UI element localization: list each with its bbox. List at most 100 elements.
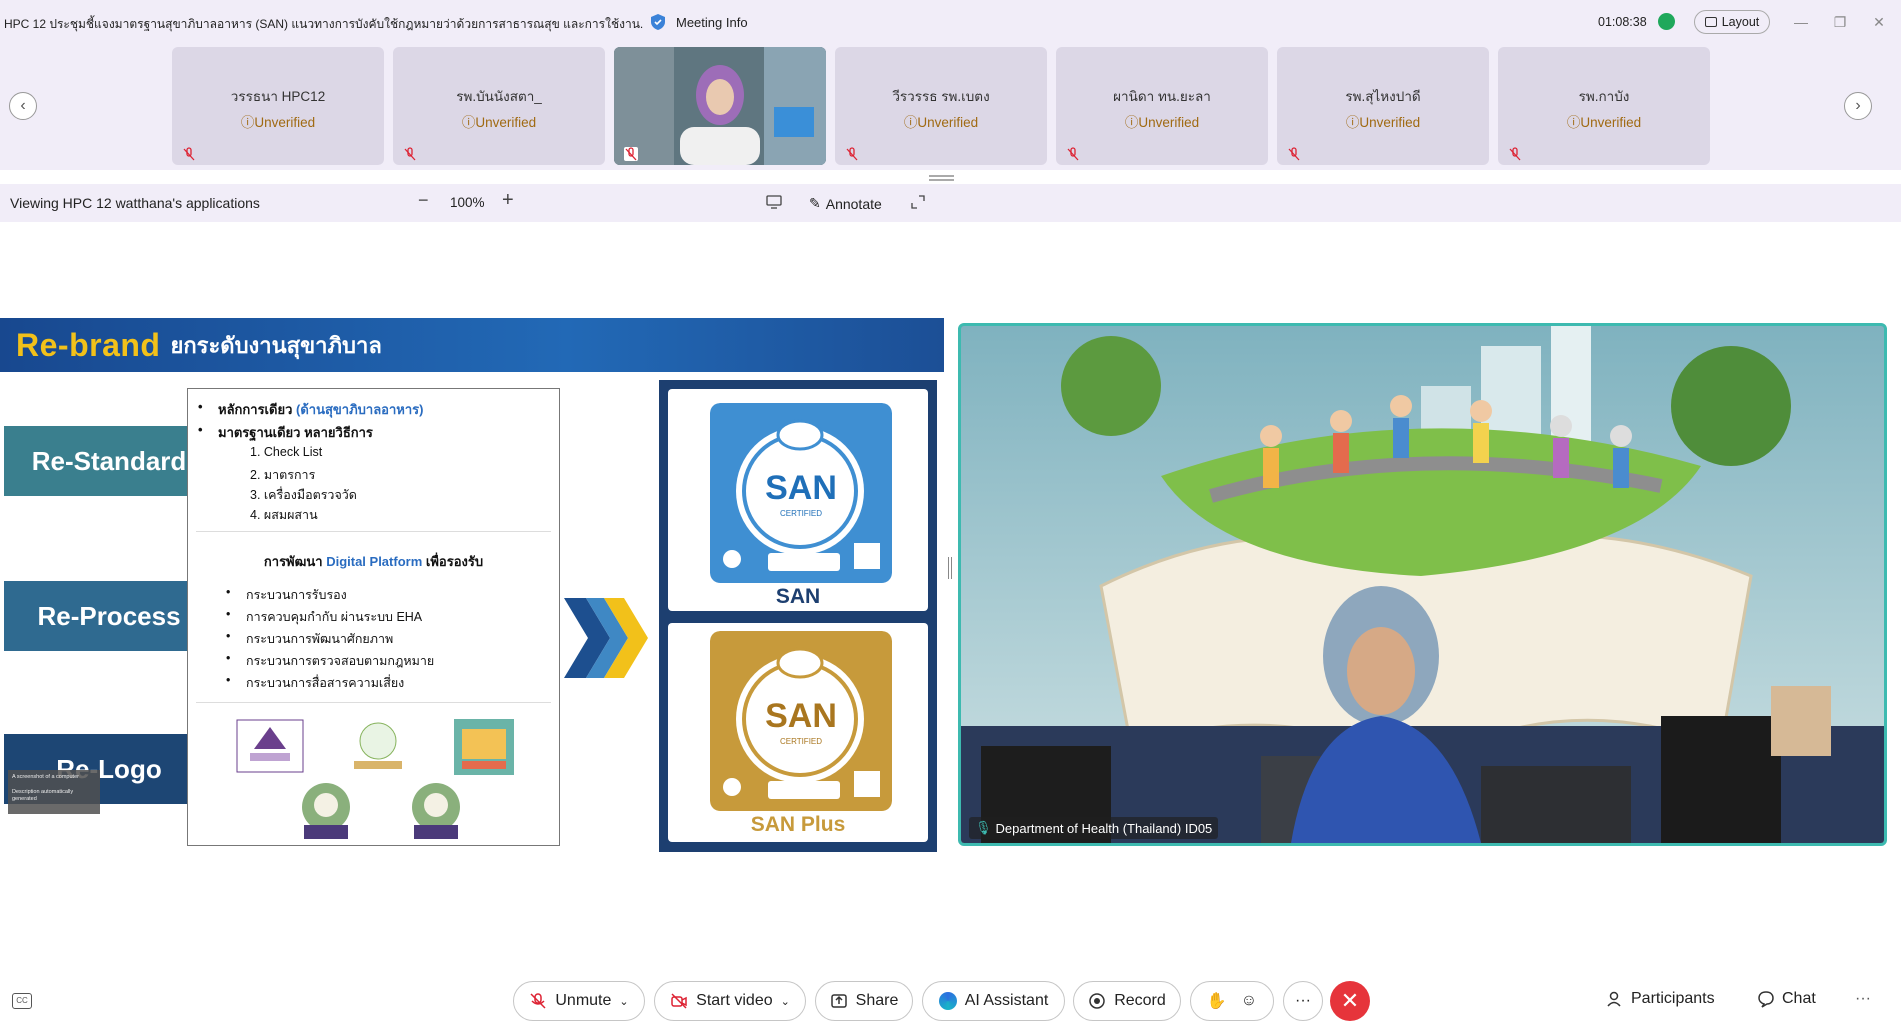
minimize-icon[interactable]: — (1792, 13, 1810, 31)
ai-assistant-button[interactable]: AI Assistant (922, 981, 1065, 1021)
network-signal-icon[interactable] (1658, 13, 1675, 30)
logo-panel: SAN CERTIFIED SAN SAN CERTIFIED SAN Plus (659, 380, 937, 852)
chevron-down-icon[interactable]: ⌄ (781, 995, 790, 1008)
strip-prev-button[interactable]: ‹ (9, 92, 37, 120)
participant-name: วีรวรรธ รพ.เบตง (892, 89, 990, 104)
mic-muted-icon (1509, 147, 1521, 161)
badge-sub: CERTIFIED (779, 509, 823, 518)
unverified-status: ⓘUnverified (240, 115, 316, 130)
strip-next-button[interactable]: › (1844, 92, 1872, 120)
tooltip-line: A screenshot of a computer (12, 774, 79, 780)
pen-icon: ✎ (809, 195, 821, 211)
old-logo-image (354, 722, 402, 769)
zoom-level[interactable]: 100% (450, 195, 485, 210)
mic-muted-icon (624, 147, 638, 161)
participants-label: Participants (1631, 990, 1715, 1007)
ai-assistant-label: AI Assistant (964, 992, 1049, 1009)
meeting-title: HPC 12 ประชุมชี้แจงมาตรฐานสุขาภิบาลอาหาร… (4, 17, 644, 31)
record-button[interactable]: Record (1073, 981, 1181, 1021)
mic-muted-icon (404, 147, 416, 161)
restore-icon[interactable]: ❐ (1831, 13, 1849, 31)
digital-platform-line: การพัฒนา Digital Platform เพื่อรองรับ (263, 554, 484, 569)
captions-icon[interactable]: CC (12, 993, 32, 1009)
zoom-out-button[interactable]: − (418, 190, 429, 211)
share-view-bar: Viewing HPC 12 watthana's applications −… (0, 184, 1901, 222)
speaker-name-label: 🎙 Department of Health (Thailand) ID05 (969, 817, 1219, 839)
divider (196, 531, 551, 532)
mic-muted-icon (183, 147, 195, 161)
numbered-item: 3. เครื่องมือตรวจวัด (250, 488, 357, 502)
emoji-reaction-icon[interactable]: ☺ (1241, 992, 1257, 1010)
start-video-label: Start video (696, 992, 773, 1009)
reactions-group: ✋ ☺ (1190, 981, 1274, 1021)
annotate-button[interactable]: ✎ Annotate (809, 195, 882, 212)
layout-button[interactable]: Layout (1694, 10, 1770, 34)
monitor-icon[interactable] (766, 194, 782, 210)
record-label: Record (1114, 992, 1166, 1009)
chat-button[interactable]: Chat (1757, 990, 1816, 1008)
chat-icon (1758, 991, 1774, 1008)
numbered-item: 4. ผสมผสาน (250, 508, 318, 522)
chevron-down-icon[interactable]: ⌄ (619, 995, 628, 1008)
ai-assistant-icon (938, 992, 957, 1010)
participant-video-tile[interactable] (614, 47, 826, 165)
share-button[interactable]: Share (815, 981, 913, 1021)
viewing-label: Viewing HPC 12 watthana's applications (10, 195, 260, 211)
raise-hand-icon[interactable]: ✋ (1207, 991, 1227, 1011)
shield-icon[interactable] (649, 13, 667, 31)
speaker-video-frame (961, 326, 1884, 843)
participant-tile[interactable]: รพ.กาบัง ⓘUnverified (1498, 47, 1710, 165)
strip-resize-handle[interactable] (929, 175, 954, 181)
split-resize-handle[interactable] (948, 557, 952, 579)
record-icon (1089, 993, 1105, 1009)
process-item: กระบวนการรับรอง (226, 585, 347, 605)
old-logo-image (412, 783, 460, 839)
meeting-info-button[interactable]: Meeting Info (676, 15, 748, 30)
more-icon: ··· (1855, 990, 1871, 1007)
zoom-in-button[interactable]: + (502, 189, 514, 212)
layout-label: Layout (1721, 15, 1760, 29)
overflow-menu-button[interactable]: ··· (1855, 990, 1871, 1008)
active-speaker-video[interactable]: 🎙 Department of Health (Thailand) ID05 (958, 323, 1887, 846)
leave-meeting-button[interactable]: ✕ (1330, 981, 1370, 1021)
more-options-button[interactable]: ··· (1283, 981, 1323, 1021)
chevron-right-icon: › (1855, 97, 1861, 114)
old-logo-image (236, 719, 304, 773)
participant-tile[interactable]: วรรธนา HPC12 ⓘUnverified (172, 47, 384, 165)
shared-slide: Re-brand ยกระดับงานสุขาภิบาล Re-Standard… (0, 318, 944, 858)
video-off-icon (671, 993, 687, 1009)
alt-text-tooltip: A screenshot of a computer Description a… (8, 770, 100, 814)
annotate-label: Annotate (825, 195, 882, 212)
mic-muted-icon (1067, 147, 1079, 161)
participant-name: รพ.กาบัง (1578, 89, 1630, 104)
chevron-left-icon: ‹ (20, 97, 26, 114)
meeting-timer: 01:08:38 (1598, 15, 1647, 29)
participant-tile[interactable]: วีรวรรธ รพ.เบตง ⓘUnverified (835, 47, 1047, 165)
re-process-label: Re-Process (4, 581, 214, 651)
unmute-button[interactable]: Unmute ⌄ (513, 981, 645, 1021)
san-caption: SAN (775, 585, 821, 608)
participant-tile[interactable]: ผานิดา ทน.ยะลา ⓘUnverified (1056, 47, 1268, 165)
participant-tile[interactable]: รพ.สุไหงปาดี ⓘUnverified (1277, 47, 1489, 165)
slide-header-subtitle: ยกระดับงานสุขาภิบาล (170, 332, 382, 358)
badge-text: SAN (765, 469, 837, 507)
numbered-item: 1. Check List (250, 445, 323, 459)
process-item: กระบวนการพัฒนาศักยภาพ (226, 629, 393, 649)
close-icon[interactable]: ✕ (1870, 13, 1888, 31)
divider (196, 702, 551, 703)
chat-label: Chat (1782, 990, 1816, 1007)
process-item: กระบวนการสื่อสารความเสี่ยง (226, 673, 404, 693)
participants-icon (1607, 991, 1621, 1007)
title-bar: HPC 12 ประชุมชี้แจงมาตรฐานสุขาภิบาลอาหาร… (0, 0, 1901, 44)
process-item: การควบคุมกำกับ ผ่านระบบ EHA (226, 607, 422, 627)
participant-name: วรรธนา HPC12 (230, 89, 326, 104)
participant-tile[interactable]: รพ.บันนังสตา_ ⓘUnverified (393, 47, 605, 165)
participants-button[interactable]: Participants (1606, 990, 1715, 1008)
participant-video (614, 47, 826, 165)
speaker-name: Department of Health (Thailand) ID05 (995, 820, 1213, 836)
expand-icon[interactable] (910, 194, 926, 210)
unverified-status: ⓘUnverified (461, 115, 537, 130)
start-video-button[interactable]: Start video ⌄ (654, 981, 806, 1021)
badge-sub: CERTIFIED (779, 737, 823, 746)
unverified-status: ⓘUnverified (1345, 115, 1421, 130)
